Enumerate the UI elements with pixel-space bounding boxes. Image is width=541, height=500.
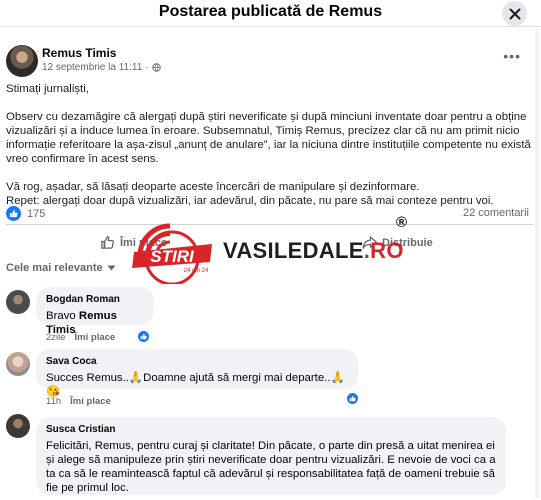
scrollbar[interactable] (535, 28, 539, 498)
author-avatar[interactable] (6, 45, 38, 77)
stiri-logo: STIRI 24 din 24 (132, 223, 212, 284)
post-paragraph-2-line-1: Vă rog, așadar, să lăsați deoparte acest… (6, 181, 420, 193)
more-options-icon[interactable]: ••• (503, 49, 521, 63)
comment-bubble: Sava Coca Succes Remus..🙏Doamne ajută să… (36, 349, 358, 398)
comment-meta: 2zile Îmi place (46, 332, 115, 343)
close-icon (509, 8, 520, 19)
author-name[interactable]: Remus Timis (42, 46, 116, 60)
commenter-avatar[interactable] (6, 290, 30, 314)
svg-text:STIRI: STIRI (150, 247, 195, 266)
reaction-count: 175 (27, 207, 46, 220)
comment-bubble: Susca Cristian Felicitări, Remus, pentru… (36, 417, 506, 495)
thumbs-up-icon (101, 236, 115, 249)
comment-meta: 11h Îmi place (46, 396, 111, 407)
commenter-name[interactable]: Bogdan Roman (46, 293, 144, 307)
reactions-summary[interactable]: 175 (6, 206, 45, 221)
post-greeting: Stimați jurnaliști, (6, 83, 89, 95)
watermark-site: VASILEDALE.RO (223, 238, 404, 263)
comment-like-button[interactable]: Îmi place (75, 332, 116, 343)
commenter-avatar[interactable] (6, 414, 30, 438)
commenter-name[interactable]: Sava Coca (46, 355, 348, 369)
comment-text: Succes Remus..🙏Doamne ajută să mergi mai… (46, 372, 345, 398)
post-date[interactable]: 12 septembrie la 11:11 (42, 62, 142, 73)
commenter-name[interactable]: Susca Cristian (46, 423, 496, 437)
watermark: STIRI 24 din 24 VASILEDALE.RO ® (126, 212, 426, 284)
comment-time[interactable]: 2zile (46, 332, 66, 343)
sort-label: Cele mai relevante (6, 262, 103, 274)
comments-count[interactable]: 22 comentarii (463, 207, 529, 219)
comment-time[interactable]: 11h (46, 396, 61, 407)
dialog-title: Postarea publicată de Remus (158, 3, 383, 20)
like-icon (6, 206, 21, 221)
post-meta: 12 septembrie la 11:11 · (42, 62, 161, 73)
comment-like-button[interactable]: Îmi place (70, 396, 111, 407)
svg-text:24 din 24: 24 din 24 (184, 268, 209, 274)
post-paragraph-1: Observ cu dezamăgire că alergați după șt… (6, 111, 531, 165)
caret-down-icon (107, 265, 116, 271)
dialog-header: Postarea publicată de Remus (0, 0, 541, 27)
post-paragraph-2-line-2: Repet: alergați doar după vizualizări, i… (6, 195, 494, 207)
comments-sort-dropdown[interactable]: Cele mai relevante (6, 262, 116, 274)
meta-separator: · (145, 62, 149, 73)
comment-like-badge (137, 330, 150, 343)
comment-like-badge (346, 392, 359, 405)
globe-icon (151, 63, 161, 72)
commenter-avatar[interactable] (6, 352, 30, 376)
comment-text: Felicitări, Remus, pentru curaj și clari… (46, 440, 496, 494)
registered-mark: ® (396, 214, 408, 231)
close-button[interactable] (502, 1, 527, 26)
comment-bubble: Bogdan Roman Bravo Remus Timis (36, 287, 154, 336)
post-body: Stimați jurnaliști, Observ cu dezamăgire… (6, 82, 534, 208)
